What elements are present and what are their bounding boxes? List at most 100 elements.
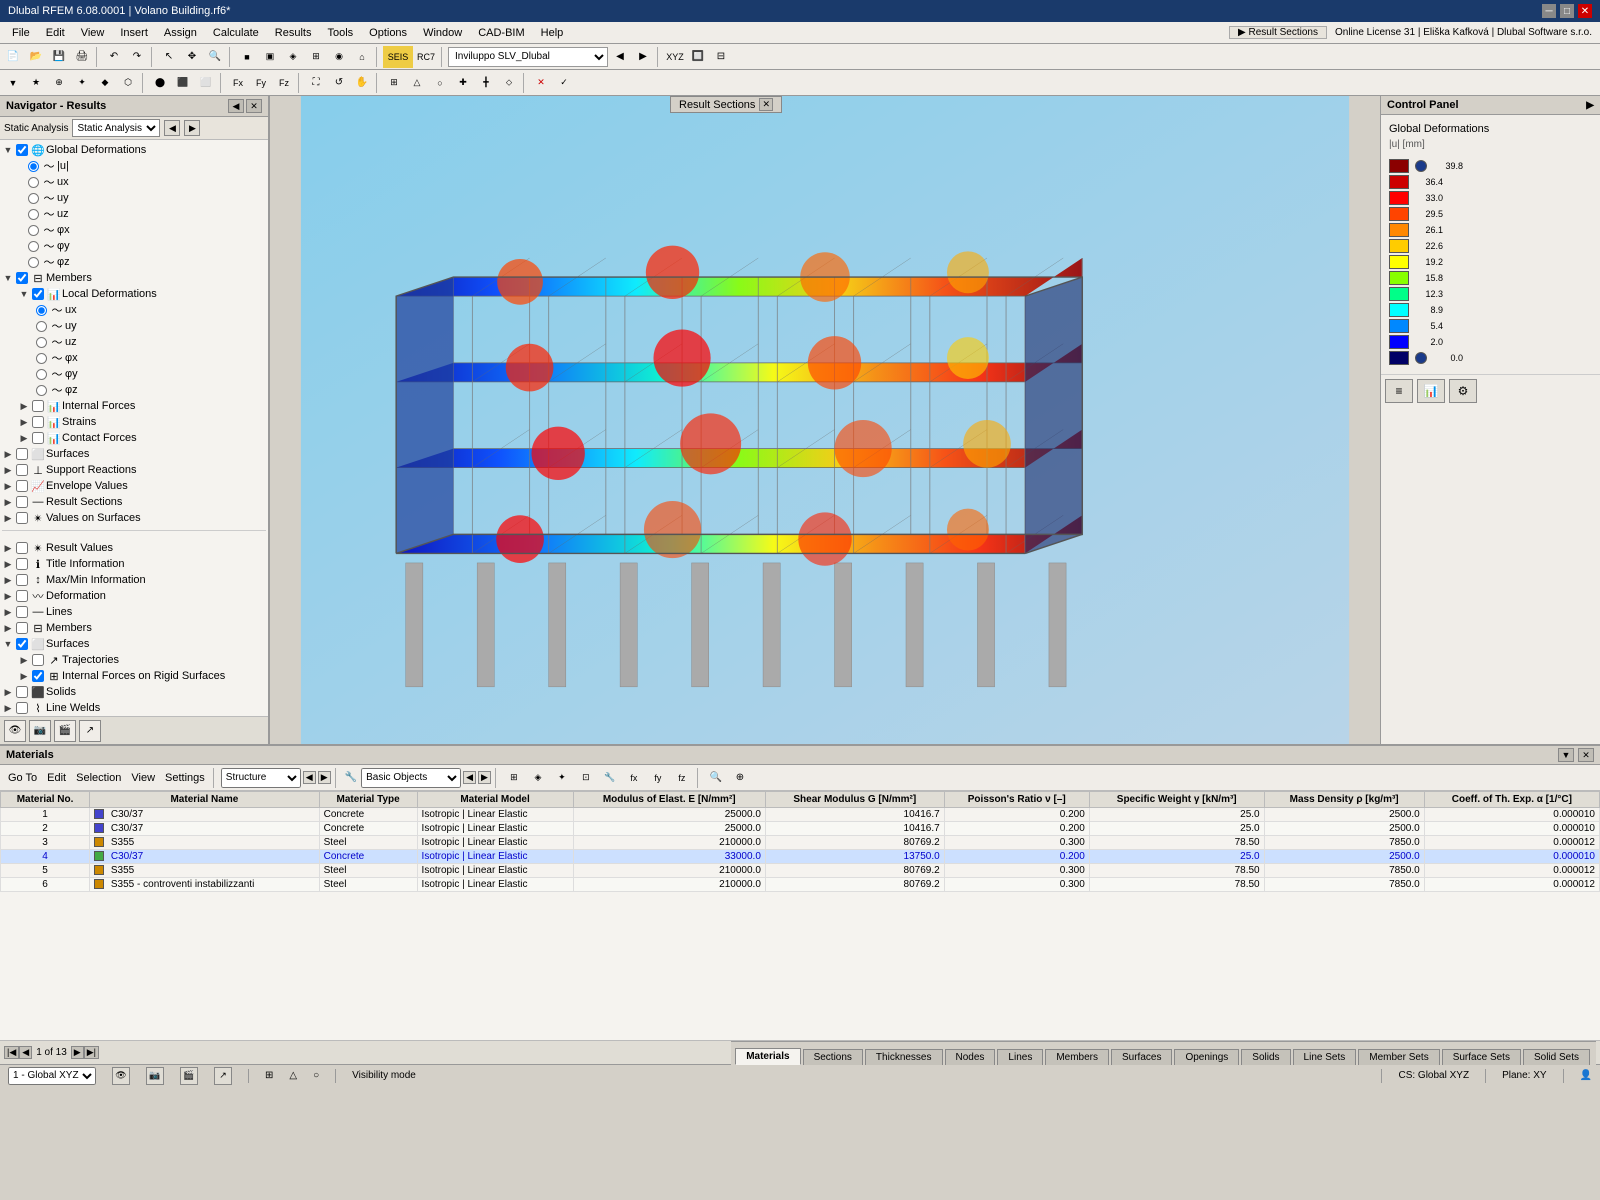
tb2-x[interactable]: ✕	[530, 72, 552, 94]
cb-result-values[interactable]	[16, 542, 28, 554]
expand-strains[interactable]: ▶	[18, 416, 30, 428]
expand-title-info[interactable]: ▶	[2, 558, 14, 570]
bottom-close-btn[interactable]: ✕	[1578, 748, 1594, 762]
tb-view-2[interactable]: ⊟	[710, 46, 732, 68]
cb-lines2[interactable]	[16, 606, 28, 618]
tree-line-welds[interactable]: ▶ ⌇ Line Welds	[2, 700, 266, 716]
page-last-btn[interactable]: ▶|	[84, 1046, 99, 1059]
tb2-snap-3[interactable]: ○	[429, 72, 451, 94]
tree-surfaces[interactable]: ▶ ⬜ Surfaces	[2, 446, 266, 462]
bt-icon-7[interactable]: fy	[647, 767, 669, 789]
tree-ux[interactable]: 〜 ux	[2, 174, 266, 190]
tree-maxmin[interactable]: ▶ ↕ Max/Min Information	[2, 572, 266, 588]
bt-icon-6[interactable]: fx	[623, 767, 645, 789]
radio-m-uy[interactable]	[36, 321, 47, 332]
bottom-tab-openings[interactable]: Openings	[1174, 1049, 1239, 1065]
tb2-11[interactable]: Fy	[250, 72, 272, 94]
cb-surfaces3[interactable]	[16, 638, 28, 650]
tb-icon-3[interactable]: ◈	[282, 46, 304, 68]
tree-m-ux[interactable]: 〜 ux	[2, 302, 266, 318]
tb2-snap-4[interactable]: ✚	[452, 72, 474, 94]
cb-result-sections[interactable]	[16, 496, 28, 508]
tree-deformation2[interactable]: ▶ 〰 Deformation	[2, 588, 266, 604]
cb-maxmin[interactable]	[16, 574, 28, 586]
tree-solids[interactable]: ▶ ⬛ Solids	[2, 684, 266, 700]
cb-deformation2[interactable]	[16, 590, 28, 602]
rs-close-btn[interactable]: ✕	[759, 98, 773, 111]
nav-cam-btn[interactable]: 📷	[29, 720, 51, 742]
tb2-5[interactable]: ◆	[94, 72, 116, 94]
page-prev-btn[interactable]: ◀	[19, 1046, 32, 1059]
tb2-10[interactable]: Fx	[227, 72, 249, 94]
load-combo-select[interactable]: Inviluppo SLV_Dlubal	[448, 47, 608, 67]
tb2-pan[interactable]: ✋	[351, 72, 373, 94]
tree-strains[interactable]: ▶ 📊 Strains	[2, 414, 266, 430]
expand-deformation2[interactable]: ▶	[2, 590, 14, 602]
nav-collapse-btn[interactable]: ◀	[228, 99, 244, 113]
radio-phix[interactable]	[28, 225, 39, 236]
tb2-rotate[interactable]: ↺	[328, 72, 350, 94]
tb2-9[interactable]: ⬜	[195, 72, 217, 94]
selection-btn[interactable]: Selection	[72, 772, 125, 784]
bottom-tab-members[interactable]: Members	[1045, 1049, 1109, 1065]
tree-values-surfaces[interactable]: ▶ ✴ Values on Surfaces	[2, 510, 266, 526]
load-next[interactable]: ▶	[632, 46, 654, 68]
tree-members[interactable]: ▼ ⊟ Members	[2, 270, 266, 286]
nav-next-btn[interactable]: ▶	[184, 120, 200, 136]
cb-local-def[interactable]	[32, 288, 44, 300]
zoom-button[interactable]: 🔍	[204, 46, 226, 68]
bottom-tab-thicknesses[interactable]: Thicknesses	[865, 1049, 943, 1065]
tree-global-deformations[interactable]: ▼ 🌐 Global Deformations	[2, 142, 266, 158]
cb-int-rigid[interactable]	[32, 670, 44, 682]
radio-phiy[interactable]	[28, 241, 39, 252]
cp-table-btn[interactable]: ≡	[1385, 379, 1413, 403]
table-row[interactable]: 4 C30/37 Concrete Isotropic | Linear Ela…	[1, 850, 1600, 864]
menu-window[interactable]: Window	[415, 25, 470, 41]
expand-envelope[interactable]: ▶	[2, 480, 14, 492]
tree-contact-forces[interactable]: ▶ 📊 Contact Forces	[2, 430, 266, 446]
bt-search[interactable]: ⊕	[729, 767, 751, 789]
tree-envelope[interactable]: ▶ 📈 Envelope Values	[2, 478, 266, 494]
expand-lines2[interactable]: ▶	[2, 606, 14, 618]
seis-button[interactable]: SEIS	[383, 46, 413, 68]
table-row[interactable]: 6 S355 - controventi instabilizzanti Ste…	[1, 878, 1600, 892]
bottom-tab-surfaces[interactable]: Surfaces	[1111, 1049, 1172, 1065]
expand-global-def[interactable]: ▼	[2, 144, 14, 156]
radio-uy[interactable]	[28, 193, 39, 204]
tree-phiy[interactable]: 〜 φy	[2, 238, 266, 254]
tb2-snap-6[interactable]: ⬦	[498, 72, 520, 94]
filter-right-prev[interactable]: ◀	[463, 771, 476, 784]
save-button[interactable]: 💾	[48, 46, 70, 68]
radio-u-abs[interactable]	[28, 161, 39, 172]
close-button[interactable]: ✕	[1578, 4, 1592, 18]
edit-btn[interactable]: Edit	[43, 772, 70, 784]
expand-local-def[interactable]: ▼	[18, 288, 30, 300]
tree-lines2[interactable]: ▶ — Lines	[2, 604, 266, 620]
tb2-2[interactable]: ★	[25, 72, 47, 94]
bottom-tab-member-sets[interactable]: Member Sets	[1358, 1049, 1439, 1065]
cb-internal-forces[interactable]	[32, 400, 44, 412]
cb-solids[interactable]	[16, 686, 28, 698]
table-row[interactable]: 3 S355 Steel Isotropic | Linear Elastic …	[1, 836, 1600, 850]
menu-view[interactable]: View	[73, 25, 113, 41]
tree-phix[interactable]: 〜 φx	[2, 222, 266, 238]
status-btn-3[interactable]: 🎬	[180, 1067, 198, 1085]
viewport[interactable]: Result Sections ✕	[270, 96, 1380, 744]
bt-icon-2[interactable]: ◈	[527, 767, 549, 789]
bt-icon-4[interactable]: ⊡	[575, 767, 597, 789]
menu-results[interactable]: Results	[267, 25, 320, 41]
tb-view-1[interactable]: 🔲	[687, 46, 709, 68]
tb-icon-4[interactable]: ⊞	[305, 46, 327, 68]
expand-solids[interactable]: ▶	[2, 686, 14, 698]
expand-contact[interactable]: ▶	[18, 432, 30, 444]
cb-strains[interactable]	[32, 416, 44, 428]
filter-left-select[interactable]: Structure	[221, 768, 301, 788]
filter-right-select[interactable]: Basic Objects	[361, 768, 461, 788]
cb-envelope[interactable]	[16, 480, 28, 492]
expand-result-sections[interactable]: ▶	[2, 496, 14, 508]
nav-close-btn[interactable]: ✕	[246, 99, 262, 113]
tree-title-info[interactable]: ▶ ℹ Title Information	[2, 556, 266, 572]
maximize-button[interactable]: □	[1560, 4, 1574, 18]
menu-calculate[interactable]: Calculate	[205, 25, 267, 41]
goto-btn[interactable]: Go To	[4, 772, 41, 784]
